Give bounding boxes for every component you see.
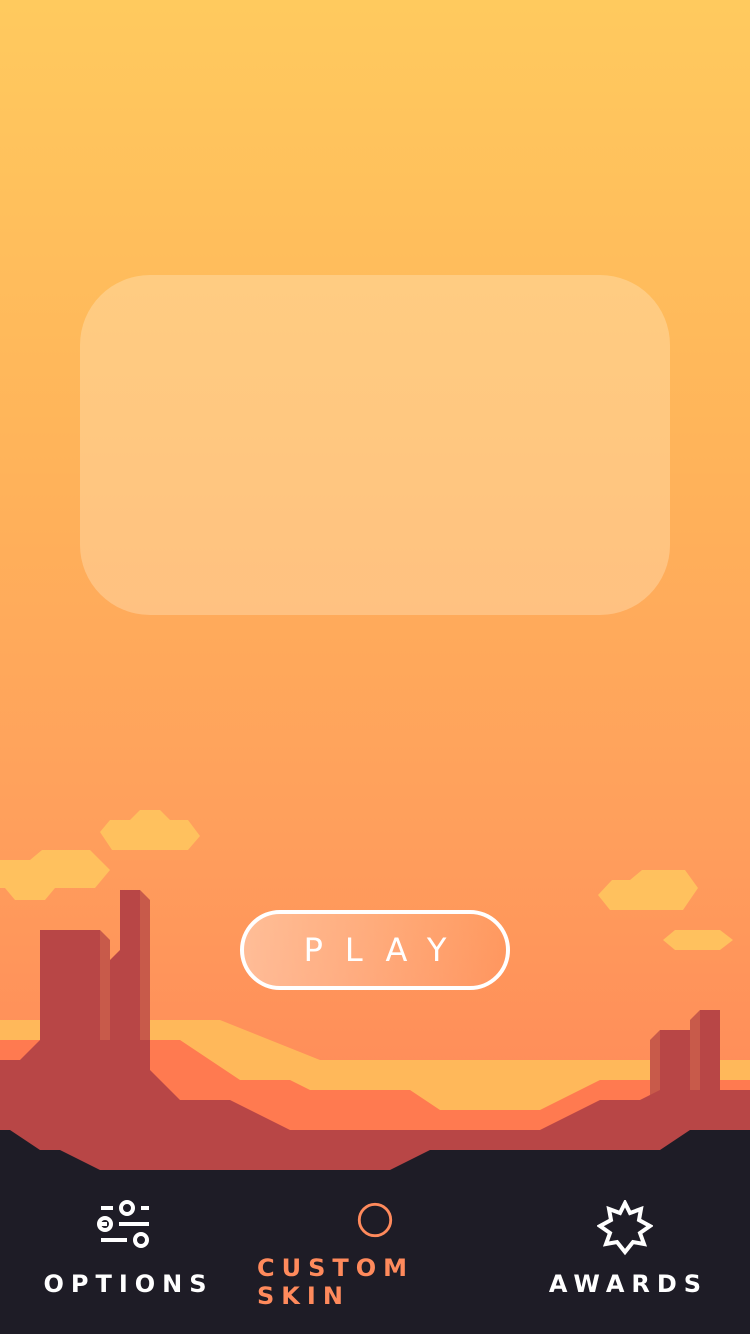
nav-awards[interactable]: AWARDS xyxy=(500,1200,750,1310)
play-button[interactable]: PLAY xyxy=(240,910,510,990)
sliders-icon xyxy=(97,1200,149,1248)
play-label: PLAY xyxy=(303,931,469,969)
desert-landscape xyxy=(0,810,750,1200)
nav-awards-label: AWARDS xyxy=(548,1270,709,1298)
cloud xyxy=(598,870,698,910)
badge-star-icon xyxy=(597,1200,653,1256)
nav-options-label: OPTIONS xyxy=(43,1270,214,1298)
nav-custom-skin-label: CUSTOM SKIN xyxy=(257,1254,415,1310)
cloud xyxy=(0,850,110,900)
nav-options[interactable]: OPTIONS xyxy=(0,1200,250,1310)
title-panel xyxy=(80,275,670,615)
cloud xyxy=(663,930,733,950)
nav-custom-skin[interactable]: CUSTOM SKIN xyxy=(250,1200,500,1310)
cloud xyxy=(100,810,200,850)
circle-icon xyxy=(357,1202,393,1238)
